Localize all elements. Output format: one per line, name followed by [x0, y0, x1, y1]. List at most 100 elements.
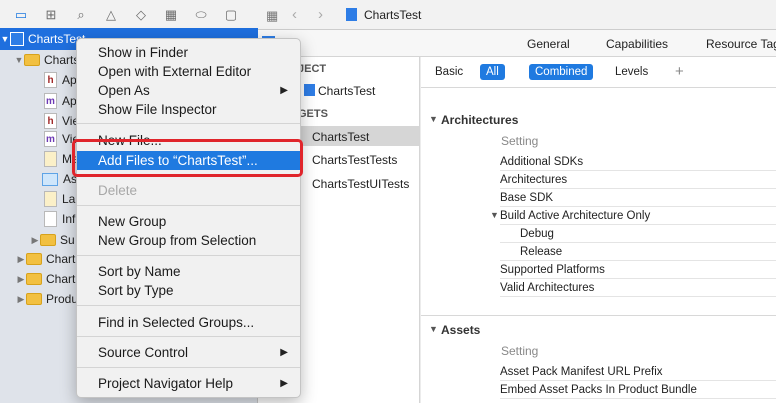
disclosure-triangle-icon[interactable]: ▼: [14, 55, 24, 65]
warning-icon[interactable]: △: [102, 6, 120, 24]
tab-general[interactable]: General: [527, 37, 570, 51]
setting-row[interactable]: Supported Platforms: [500, 261, 776, 279]
submenu-arrow-icon: ▶: [280, 378, 288, 389]
disclosure-triangle-icon[interactable]: ▶: [16, 254, 26, 265]
menu-item-find-in-selected-groups[interactable]: Find in Selected Groups...: [77, 313, 300, 332]
tag-icon[interactable]: ⬭: [192, 6, 210, 24]
folder-icon: [40, 234, 56, 246]
tree-row-label: Su: [60, 233, 75, 247]
menu-separator: [77, 255, 300, 256]
menu-item-open-external-editor[interactable]: Open with External Editor: [77, 62, 300, 81]
disclosure-triangle-icon[interactable]: ▼: [429, 324, 438, 334]
target-row[interactable]: ChartsTestUITests: [312, 177, 409, 191]
menu-separator: [77, 367, 300, 368]
tree-row-label: Ap: [62, 73, 77, 87]
tree-row-label: La: [62, 192, 76, 206]
setting-row[interactable]: Release: [500, 243, 776, 261]
menu-item-open-as[interactable]: Open As ▶: [77, 81, 300, 100]
disclosure-triangle-icon[interactable]: ▶: [30, 235, 40, 246]
setting-row[interactable]: Valid Architectures: [500, 279, 776, 297]
tab-capabilities[interactable]: Capabilities: [606, 37, 668, 51]
menu-separator: [77, 205, 300, 206]
setting-row[interactable]: Base SDK: [500, 189, 776, 207]
menu-separator: [77, 123, 300, 124]
folder-icon[interactable]: ▭: [12, 6, 30, 24]
section-title: Assets: [441, 323, 481, 337]
menu-item-show-in-finder[interactable]: Show in Finder: [77, 43, 300, 62]
menu-item-source-control[interactable]: Source Control ▶: [77, 343, 300, 362]
disclosure-triangle-icon[interactable]: ▼: [429, 114, 438, 124]
menu-item-label: Open As: [98, 83, 150, 98]
navigator-toolbar: ▭ ⊞ ⌕ △ ◇ ▦ ⬭ ▢: [0, 0, 258, 30]
plist-icon: [44, 211, 57, 227]
header-file-icon: h: [44, 72, 57, 88]
menu-item-project-navigator-help[interactable]: Project Navigator Help ▶: [77, 374, 300, 393]
magnifier-icon[interactable]: ⌕: [72, 6, 90, 24]
storyboard-icon: [44, 191, 57, 207]
setting-row[interactable]: Debug: [500, 225, 776, 243]
target-label: ChartsTest: [312, 130, 370, 144]
filter-basic[interactable]: Basic: [429, 64, 469, 80]
menu-item-new-group[interactable]: New Group: [77, 212, 300, 231]
menu-item-sort-by-name[interactable]: Sort by Name: [77, 262, 300, 281]
tab-resource-tags[interactable]: Resource Tag: [706, 37, 776, 51]
tree-row-label: Ap: [62, 94, 77, 108]
annotation-highlight-box: [72, 139, 303, 177]
tree-row-label: Charts: [44, 53, 80, 67]
disclosure-triangle-icon[interactable]: ▶: [16, 294, 26, 305]
menu-item-new-group-from-selection[interactable]: New Group from Selection: [77, 231, 300, 250]
menu-item-label: Source Control: [98, 345, 189, 360]
menu-item-sort-by-type[interactable]: Sort by Type: [77, 281, 300, 300]
section-title: Architectures: [441, 113, 519, 127]
comment-icon[interactable]: ▢: [222, 6, 240, 24]
menu-item-delete: Delete: [98, 183, 138, 198]
setting-row[interactable]: Asset Pack Manifest URL Prefix: [500, 363, 776, 381]
disclosure-triangle-icon[interactable]: ▼: [490, 210, 499, 220]
project-icon: [10, 32, 24, 46]
editor-tab-bar: General Capabilities Resource Tag: [258, 30, 776, 57]
divider: [421, 315, 776, 316]
tree-row-label: Inf: [62, 212, 76, 226]
menu-separator: [77, 336, 300, 337]
filter-levels[interactable]: Levels: [609, 64, 654, 80]
header-file-icon: h: [44, 113, 57, 129]
assets-icon: [42, 172, 58, 186]
setting-row[interactable]: Embed Asset Packs In Product Bundle: [500, 381, 776, 399]
filter-combined[interactable]: Combined: [529, 64, 594, 80]
folder-icon: [26, 273, 42, 285]
folder-icon: [24, 54, 40, 66]
divider: [421, 87, 776, 88]
context-menu: Show in Finder Open with External Editor…: [76, 38, 301, 398]
setting-row[interactable]: Additional SDKs: [500, 153, 776, 171]
project-item[interactable]: ChartsTest: [318, 84, 375, 98]
diamond-icon[interactable]: ◇: [132, 6, 150, 24]
breadcrumb[interactable]: ChartsTest: [364, 8, 421, 22]
target-row[interactable]: ChartsTestTests: [312, 153, 397, 167]
source-file-icon: m: [44, 93, 57, 109]
folder-icon: [26, 293, 42, 305]
column-header: Setting: [501, 134, 539, 148]
tree-row-label: Produ: [46, 292, 79, 306]
menu-separator: [77, 305, 300, 306]
submenu-arrow-icon: ▶: [280, 85, 288, 96]
source-file-icon: m: [44, 131, 57, 147]
back-arrow-icon[interactable]: ‹: [292, 6, 297, 23]
disclosure-triangle-icon[interactable]: ▼: [0, 34, 10, 44]
folder-icon: [26, 253, 42, 265]
menu-item-label: Project Navigator Help: [98, 376, 234, 391]
menu-item-show-file-inspector[interactable]: Show File Inspector: [77, 100, 300, 119]
editor-jump-bar: ▦ ‹ › ChartsTest: [258, 0, 776, 30]
related-items-icon[interactable]: ▦: [266, 8, 278, 24]
storyboard-icon: [44, 151, 57, 167]
build-settings-panel: Basic All Combined Levels + ▼ Architectu…: [421, 57, 776, 403]
setting-row[interactable]: Architectures: [500, 171, 776, 189]
forward-arrow-icon[interactable]: ›: [318, 6, 323, 23]
submenu-arrow-icon: ▶: [280, 347, 288, 358]
disclosure-triangle-icon[interactable]: ▶: [16, 274, 26, 285]
hierarchy-icon[interactable]: ⊞: [42, 6, 60, 24]
setting-row[interactable]: Build Active Architecture Only: [500, 207, 776, 225]
project-icon: [304, 84, 315, 96]
grid-icon[interactable]: ▦: [162, 6, 180, 24]
filter-all[interactable]: All: [480, 64, 505, 80]
add-setting-button[interactable]: +: [675, 63, 684, 80]
